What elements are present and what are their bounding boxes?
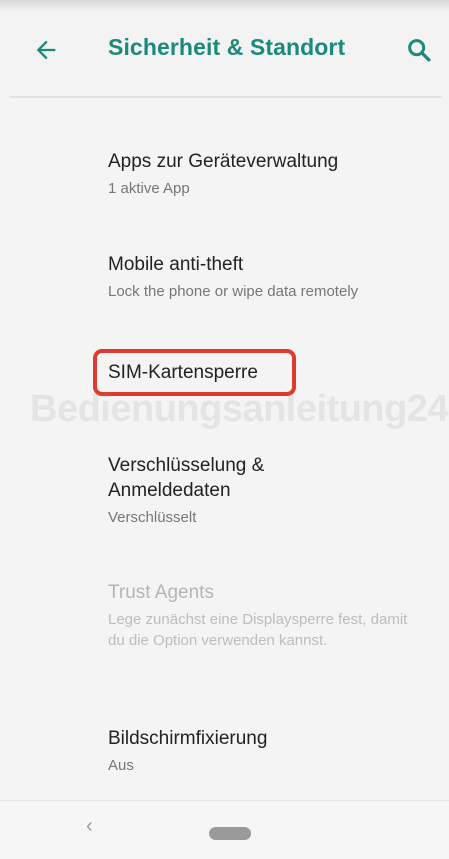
search-icon[interactable] xyxy=(405,36,433,64)
system-nav-bar: ‹ xyxy=(0,800,449,859)
setting-trust-agents: Trust Agents Lege zunächst eine Displays… xyxy=(108,580,428,651)
page-title: Sicherheit & Standort xyxy=(108,34,346,60)
setting-title: Mobile anti-theft xyxy=(108,254,244,275)
setting-subtitle: Verschlüsselt xyxy=(108,509,197,526)
home-pill-icon[interactable] xyxy=(209,827,251,840)
setting-title: Verschlüsselung & Anmeldedaten xyxy=(108,455,265,501)
setting-title: Bildschirmfixierung xyxy=(108,728,268,749)
status-bar-shade xyxy=(0,0,449,12)
arrow-left-icon[interactable] xyxy=(32,36,60,64)
setting-screen-pinning[interactable]: Bildschirmfixierung Aus xyxy=(108,726,428,776)
setting-subtitle: Aus xyxy=(108,757,134,774)
setting-subtitle: Lege zunächst eine Displaysperre fest, d… xyxy=(108,611,408,649)
setting-mobile-anti-theft[interactable]: Mobile anti-theft Lock the phone or wipe… xyxy=(108,252,428,302)
watermark-text: Bedienungsanleitung24.de xyxy=(30,388,449,430)
setting-subtitle: Lock the phone or wipe data remotely xyxy=(108,283,359,300)
setting-title: Apps zur Geräteverwaltung xyxy=(108,151,339,172)
header-divider xyxy=(10,96,442,98)
setting-device-admin-apps[interactable]: Apps zur Geräteverwaltung 1 aktive App xyxy=(108,149,428,199)
nav-back-icon[interactable]: ‹ xyxy=(86,815,93,838)
app-bar: Sicherheit & Standort xyxy=(0,0,449,92)
setting-subtitle: 1 aktive App xyxy=(108,180,190,197)
setting-encryption-credentials[interactable]: Verschlüsselung & Anmeldedaten Verschlüs… xyxy=(108,453,428,528)
setting-title: Trust Agents xyxy=(108,582,214,603)
